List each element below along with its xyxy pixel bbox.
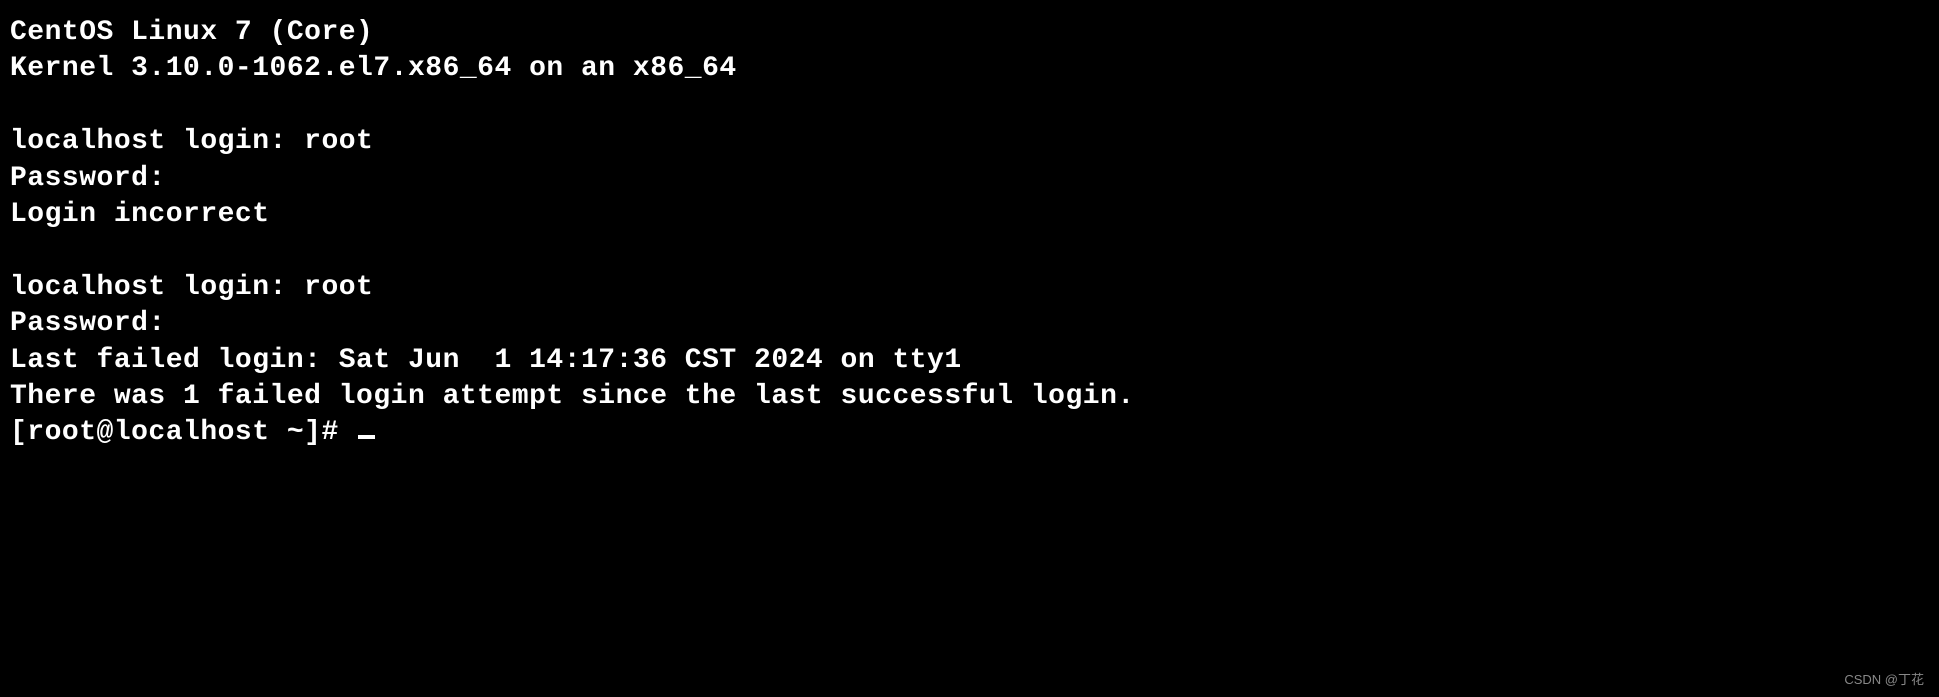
- shell-prompt: [root@localhost ~]#: [10, 417, 356, 448]
- kernel-line: Kernel 3.10.0-1062.el7.x86_64 on an x86_…: [10, 51, 1929, 87]
- login-incorrect-line: Login incorrect: [10, 197, 1929, 233]
- cursor-icon: [358, 435, 375, 439]
- last-failed-login-line: Last failed login: Sat Jun 1 14:17:36 CS…: [10, 343, 1929, 379]
- terminal-output: CentOS Linux 7 (Core) Kernel 3.10.0-1062…: [10, 15, 1929, 452]
- shell-prompt-line[interactable]: [root@localhost ~]#: [10, 415, 1929, 451]
- password-prompt-line: Password:: [10, 306, 1929, 342]
- login-prompt-line: localhost login: root: [10, 124, 1929, 160]
- login-prompt-line: localhost login: root: [10, 270, 1929, 306]
- os-banner-line: CentOS Linux 7 (Core): [10, 15, 1929, 51]
- watermark: CSDN @丁花: [1844, 672, 1924, 689]
- failed-attempt-line: There was 1 failed login attempt since t…: [10, 379, 1929, 415]
- blank-line: [10, 88, 1929, 124]
- blank-line: [10, 233, 1929, 269]
- password-prompt-line: Password:: [10, 161, 1929, 197]
